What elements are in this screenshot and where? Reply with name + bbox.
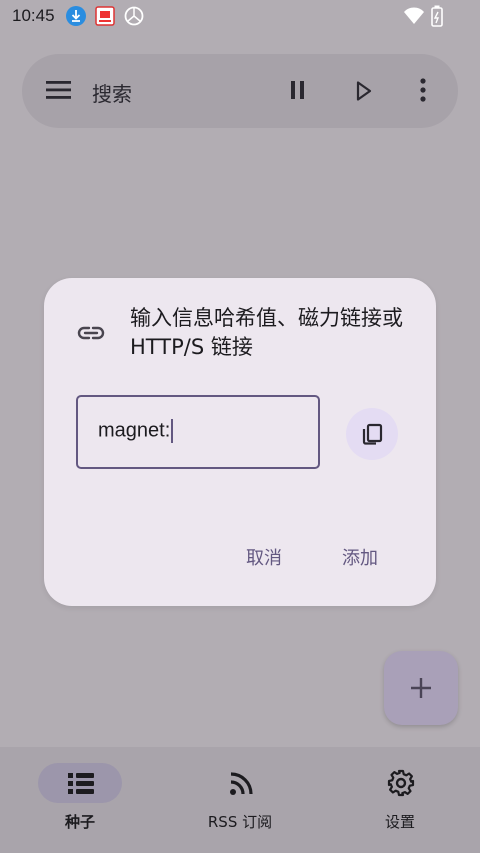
add-link-dialog: 输入信息哈希值、磁力链接或 HTTP/S 链接 magnet: 取消 添加 [44, 278, 436, 606]
paste-icon [362, 423, 383, 445]
search-bar[interactable]: 搜索 [22, 54, 458, 128]
wifi-icon [404, 7, 424, 27]
resume-all-icon[interactable] [354, 80, 374, 106]
status-time: 10:45 [12, 6, 55, 25]
list-icon [68, 771, 94, 799]
app-notification-icon [95, 6, 115, 26]
add-button[interactable]: 添加 [342, 544, 378, 570]
status-bar: 10:45 [0, 0, 480, 34]
nav-label-torrents: 种子 [64, 813, 95, 831]
nav-label-settings: 设置 [384, 813, 415, 831]
nav-item-rss[interactable]: RSS 订阅 [160, 747, 320, 853]
text-caret [171, 419, 174, 443]
magnet-link-input[interactable]: magnet: [76, 395, 320, 469]
chart-notification-icon [124, 6, 144, 26]
nav-item-settings[interactable]: 设置 [320, 747, 480, 853]
menu-icon[interactable] [46, 79, 72, 105]
magnet-link-value[interactable]: magnet: [98, 419, 170, 441]
add-torrent-fab[interactable] [384, 651, 458, 725]
battery-icon [431, 5, 443, 27]
download-notification-icon [66, 6, 86, 26]
pause-all-icon[interactable] [288, 79, 308, 105]
dialog-title: 输入信息哈希值、磁力链接或 HTTP/S 链接 [130, 306, 403, 359]
more-options-icon[interactable] [418, 77, 428, 107]
plus-icon [411, 678, 431, 698]
search-label[interactable]: 搜索 [92, 78, 132, 107]
bottom-navigation: 种子 RSS 订阅 设置 [0, 747, 480, 853]
gear-icon [387, 769, 415, 801]
nav-label-rss: RSS 订阅 [207, 813, 273, 831]
link-icon [76, 318, 106, 352]
rss-icon [228, 771, 254, 801]
paste-button[interactable] [346, 408, 398, 460]
cancel-button[interactable]: 取消 [246, 544, 282, 570]
nav-item-torrents[interactable]: 种子 [0, 747, 160, 853]
